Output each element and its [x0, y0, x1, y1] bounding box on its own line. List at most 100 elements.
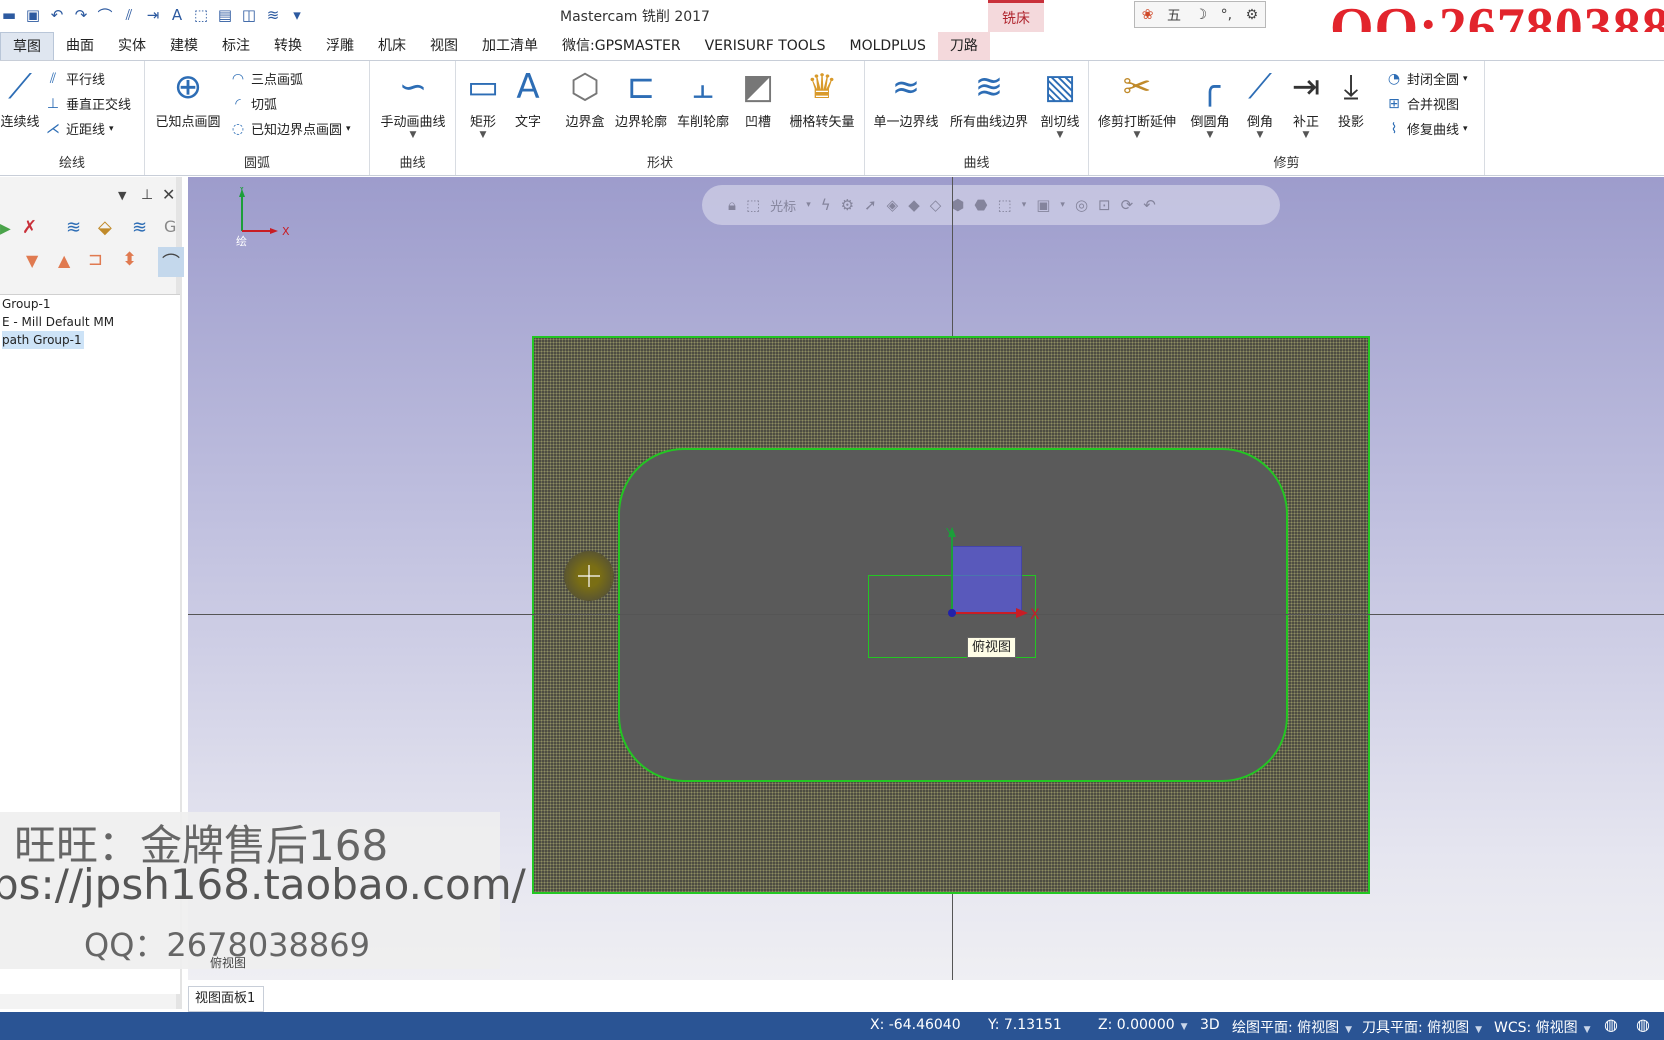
backplot-icon[interactable]: ≋ — [132, 217, 147, 238]
select-feature-icon[interactable]: ⬣ — [974, 196, 987, 214]
text-button[interactable]: A 文字 — [508, 67, 548, 130]
print-icon[interactable]: ▬ — [0, 6, 18, 24]
select-only-icon[interactable]: ⊡ — [1098, 196, 1111, 214]
raster-to-vector-button[interactable]: ♛ 栅格转矢量 — [784, 67, 860, 130]
text-tool-icon[interactable]: A — [168, 6, 186, 24]
continuous-line-button[interactable]: ⟋ 连续线 — [0, 67, 40, 130]
parallel-lines-icon[interactable]: ⫽ — [120, 6, 138, 24]
select-body-icon[interactable]: ⬢ — [951, 196, 964, 214]
tab-model[interactable]: 建模 — [158, 32, 210, 60]
select-surface-icon[interactable]: ◈ — [887, 196, 899, 214]
panel-menu-icon[interactable]: ▼ — [118, 189, 126, 202]
viewsheet-tab[interactable]: 视图面板1 — [188, 986, 264, 1012]
punctuation-icon[interactable]: °, — [1221, 7, 1232, 23]
status-z[interactable]: Z: 0.00000 ▼ — [1098, 1017, 1188, 1033]
tab-machine[interactable]: 机床 — [366, 32, 418, 60]
project-button[interactable]: ⤓ 投影 — [1331, 67, 1371, 130]
tab-setup-sheet[interactable]: 加工清单 — [470, 32, 550, 60]
gear-icon[interactable]: ⚙ — [841, 196, 854, 214]
cursor-select-icon[interactable]: ⬚ — [746, 196, 760, 214]
single-edge-button[interactable]: ≈ 单一边界线 — [871, 67, 941, 130]
tab-verisurf[interactable]: VERISURF TOOLS — [693, 32, 838, 60]
delete-ops-icon[interactable]: ✗ — [22, 217, 37, 238]
ime-mode[interactable]: 五 — [1167, 5, 1181, 25]
closest-line-button[interactable]: ⋌ 近距线 ▾ — [44, 119, 114, 139]
fillet-button[interactable]: ╭ 倒圆角 ▼ — [1185, 67, 1235, 140]
rectangle-button[interactable]: ▭ 矩形 ▼ — [460, 67, 506, 140]
tab-sketch[interactable]: 草图 — [0, 32, 54, 60]
save-icon[interactable]: ▣ — [24, 6, 42, 24]
post-icon[interactable]: G — [164, 217, 176, 236]
tab-annotate[interactable]: 标注 — [210, 32, 262, 60]
verify-icon[interactable]: ⬙ — [98, 217, 112, 238]
spring-tool-icon[interactable]: ≋ — [264, 6, 282, 24]
ime-toolbar[interactable]: ❀ 五 ☽ °, ⚙ — [1134, 1, 1266, 28]
all-edges-button[interactable]: ≋ 所有曲线边界 — [947, 67, 1031, 130]
perpendicular-button[interactable]: ⊥ 垂直正交线 — [44, 94, 131, 114]
undo-select-icon[interactable]: ↶ — [1143, 196, 1156, 214]
chevron-down-icon[interactable]: ▾ — [806, 200, 811, 210]
insert-arrow-icon[interactable]: ⊐ — [88, 249, 103, 270]
undo-icon[interactable]: ↶ — [48, 6, 66, 24]
trim-break-extend-button[interactable]: ✂ 修剪打断延伸 ▼ — [1095, 67, 1179, 140]
play-icon[interactable]: ▶ — [0, 221, 11, 237]
select-solid-icon[interactable]: ◆ — [908, 196, 920, 214]
status-y[interactable]: Y: 7.13151 — [988, 1017, 1062, 1033]
arrow-select-icon[interactable]: ➚ — [864, 196, 877, 214]
moon-icon[interactable]: ☽ — [1195, 7, 1208, 23]
tab-wechat[interactable]: 微信:GPSMASTER — [550, 32, 693, 60]
lock-icon[interactable]: 🔒︎ — [728, 196, 736, 214]
tab-solid[interactable]: 实体 — [106, 32, 158, 60]
repeat-select-icon[interactable]: ⟳ — [1121, 196, 1134, 214]
status-mode[interactable]: 3D — [1200, 1017, 1220, 1033]
lightning-icon[interactable]: ϟ — [821, 196, 831, 214]
pin-icon[interactable]: ⊥ — [141, 187, 153, 203]
status-cplane[interactable]: 绘图平面: 俯视图 ▼ — [1232, 1017, 1352, 1037]
toolpath-display-icon[interactable]: ⌒ — [158, 247, 184, 277]
tab-toolpaths[interactable]: 刀路 — [937, 32, 990, 60]
circle-center-point-button[interactable]: ⊕ 已知点画圆 — [153, 67, 223, 130]
repair-curve-button[interactable]: ⌇ 修复曲线 ▾ — [1385, 119, 1468, 139]
chevron-down-icon[interactable]: ▾ — [1060, 200, 1065, 210]
tree-item[interactable]: E - Mill Default MM — [0, 313, 180, 331]
tangent-arc-button[interactable]: ◜ 切弧 — [229, 94, 277, 114]
arc-tool-icon[interactable]: ⌒ — [96, 5, 114, 26]
boundary-profile-button[interactable]: ⊏ 边界轮廓 — [612, 67, 670, 130]
manual-spline-button[interactable]: ∽ 手动画曲线 ▼ — [374, 67, 452, 140]
parallel-line-button[interactable]: ⫽ 平行线 — [44, 69, 105, 89]
select-face-icon[interactable]: ◇ — [930, 196, 942, 214]
slot-button[interactable]: ◩ 凹槽 — [738, 67, 778, 130]
redo-icon[interactable]: ↷ — [72, 6, 90, 24]
tab-transform[interactable]: 转换 — [262, 32, 314, 60]
close-icon[interactable]: ✕ — [162, 185, 175, 204]
edge-point-circle-button[interactable]: ◌ 已知边界点画圆 ▾ — [229, 119, 351, 139]
box-select-icon[interactable]: ▣ — [1036, 196, 1050, 214]
status-tplane[interactable]: 刀具平面: 俯视图 ▼ — [1362, 1017, 1482, 1037]
expand-icon[interactable]: ⬍ — [122, 249, 137, 270]
chamfer-button[interactable]: ⟋ 倒角 ▼ — [1239, 67, 1281, 140]
chevron-down-icon[interactable]: ▾ — [1022, 200, 1027, 210]
gear-icon[interactable]: ⚙ — [1246, 7, 1259, 23]
offset-button[interactable]: ⇥ 补正 ▼ — [1285, 67, 1327, 140]
select-all-icon[interactable]: ◎ — [1075, 196, 1088, 214]
tree-item[interactable]: path Group-1 — [0, 331, 180, 349]
tab-surface[interactable]: 曲面 — [54, 32, 106, 60]
customize-qat-icon[interactable]: ▾ — [288, 6, 306, 24]
turn-profile-button[interactable]: ⫠ 车削轮廓 — [674, 67, 732, 130]
tree-item[interactable]: Group-1 — [0, 295, 180, 313]
close-arc-button[interactable]: ◔ 封闭全圆 ▾ — [1385, 69, 1468, 89]
table-tool-icon[interactable]: ▤ — [216, 6, 234, 24]
globe-icon[interactable]: ◍ — [1604, 1015, 1618, 1034]
bounding-box-button[interactable]: ⬡ 边界盒 — [562, 67, 608, 130]
status-wcs[interactable]: WCS: 俯视图 ▼ — [1494, 1017, 1591, 1037]
tab-view[interactable]: 视图 — [418, 32, 470, 60]
join-button[interactable]: ⊞ 合并视图 — [1385, 94, 1459, 114]
profile-tool-icon[interactable]: ◫ — [240, 6, 258, 24]
box-tool-icon[interactable]: ⬚ — [192, 6, 210, 24]
move-up-icon[interactable]: ▲ — [58, 251, 70, 270]
cursor-label[interactable]: 光标 — [770, 196, 796, 215]
offset-tool-icon[interactable]: ⇥ — [144, 6, 162, 24]
tab-relief[interactable]: 浮雕 — [314, 32, 366, 60]
regen-icon[interactable]: ≋ — [66, 217, 81, 238]
three-point-arc-button[interactable]: ◠ 三点画弧 — [229, 69, 303, 89]
